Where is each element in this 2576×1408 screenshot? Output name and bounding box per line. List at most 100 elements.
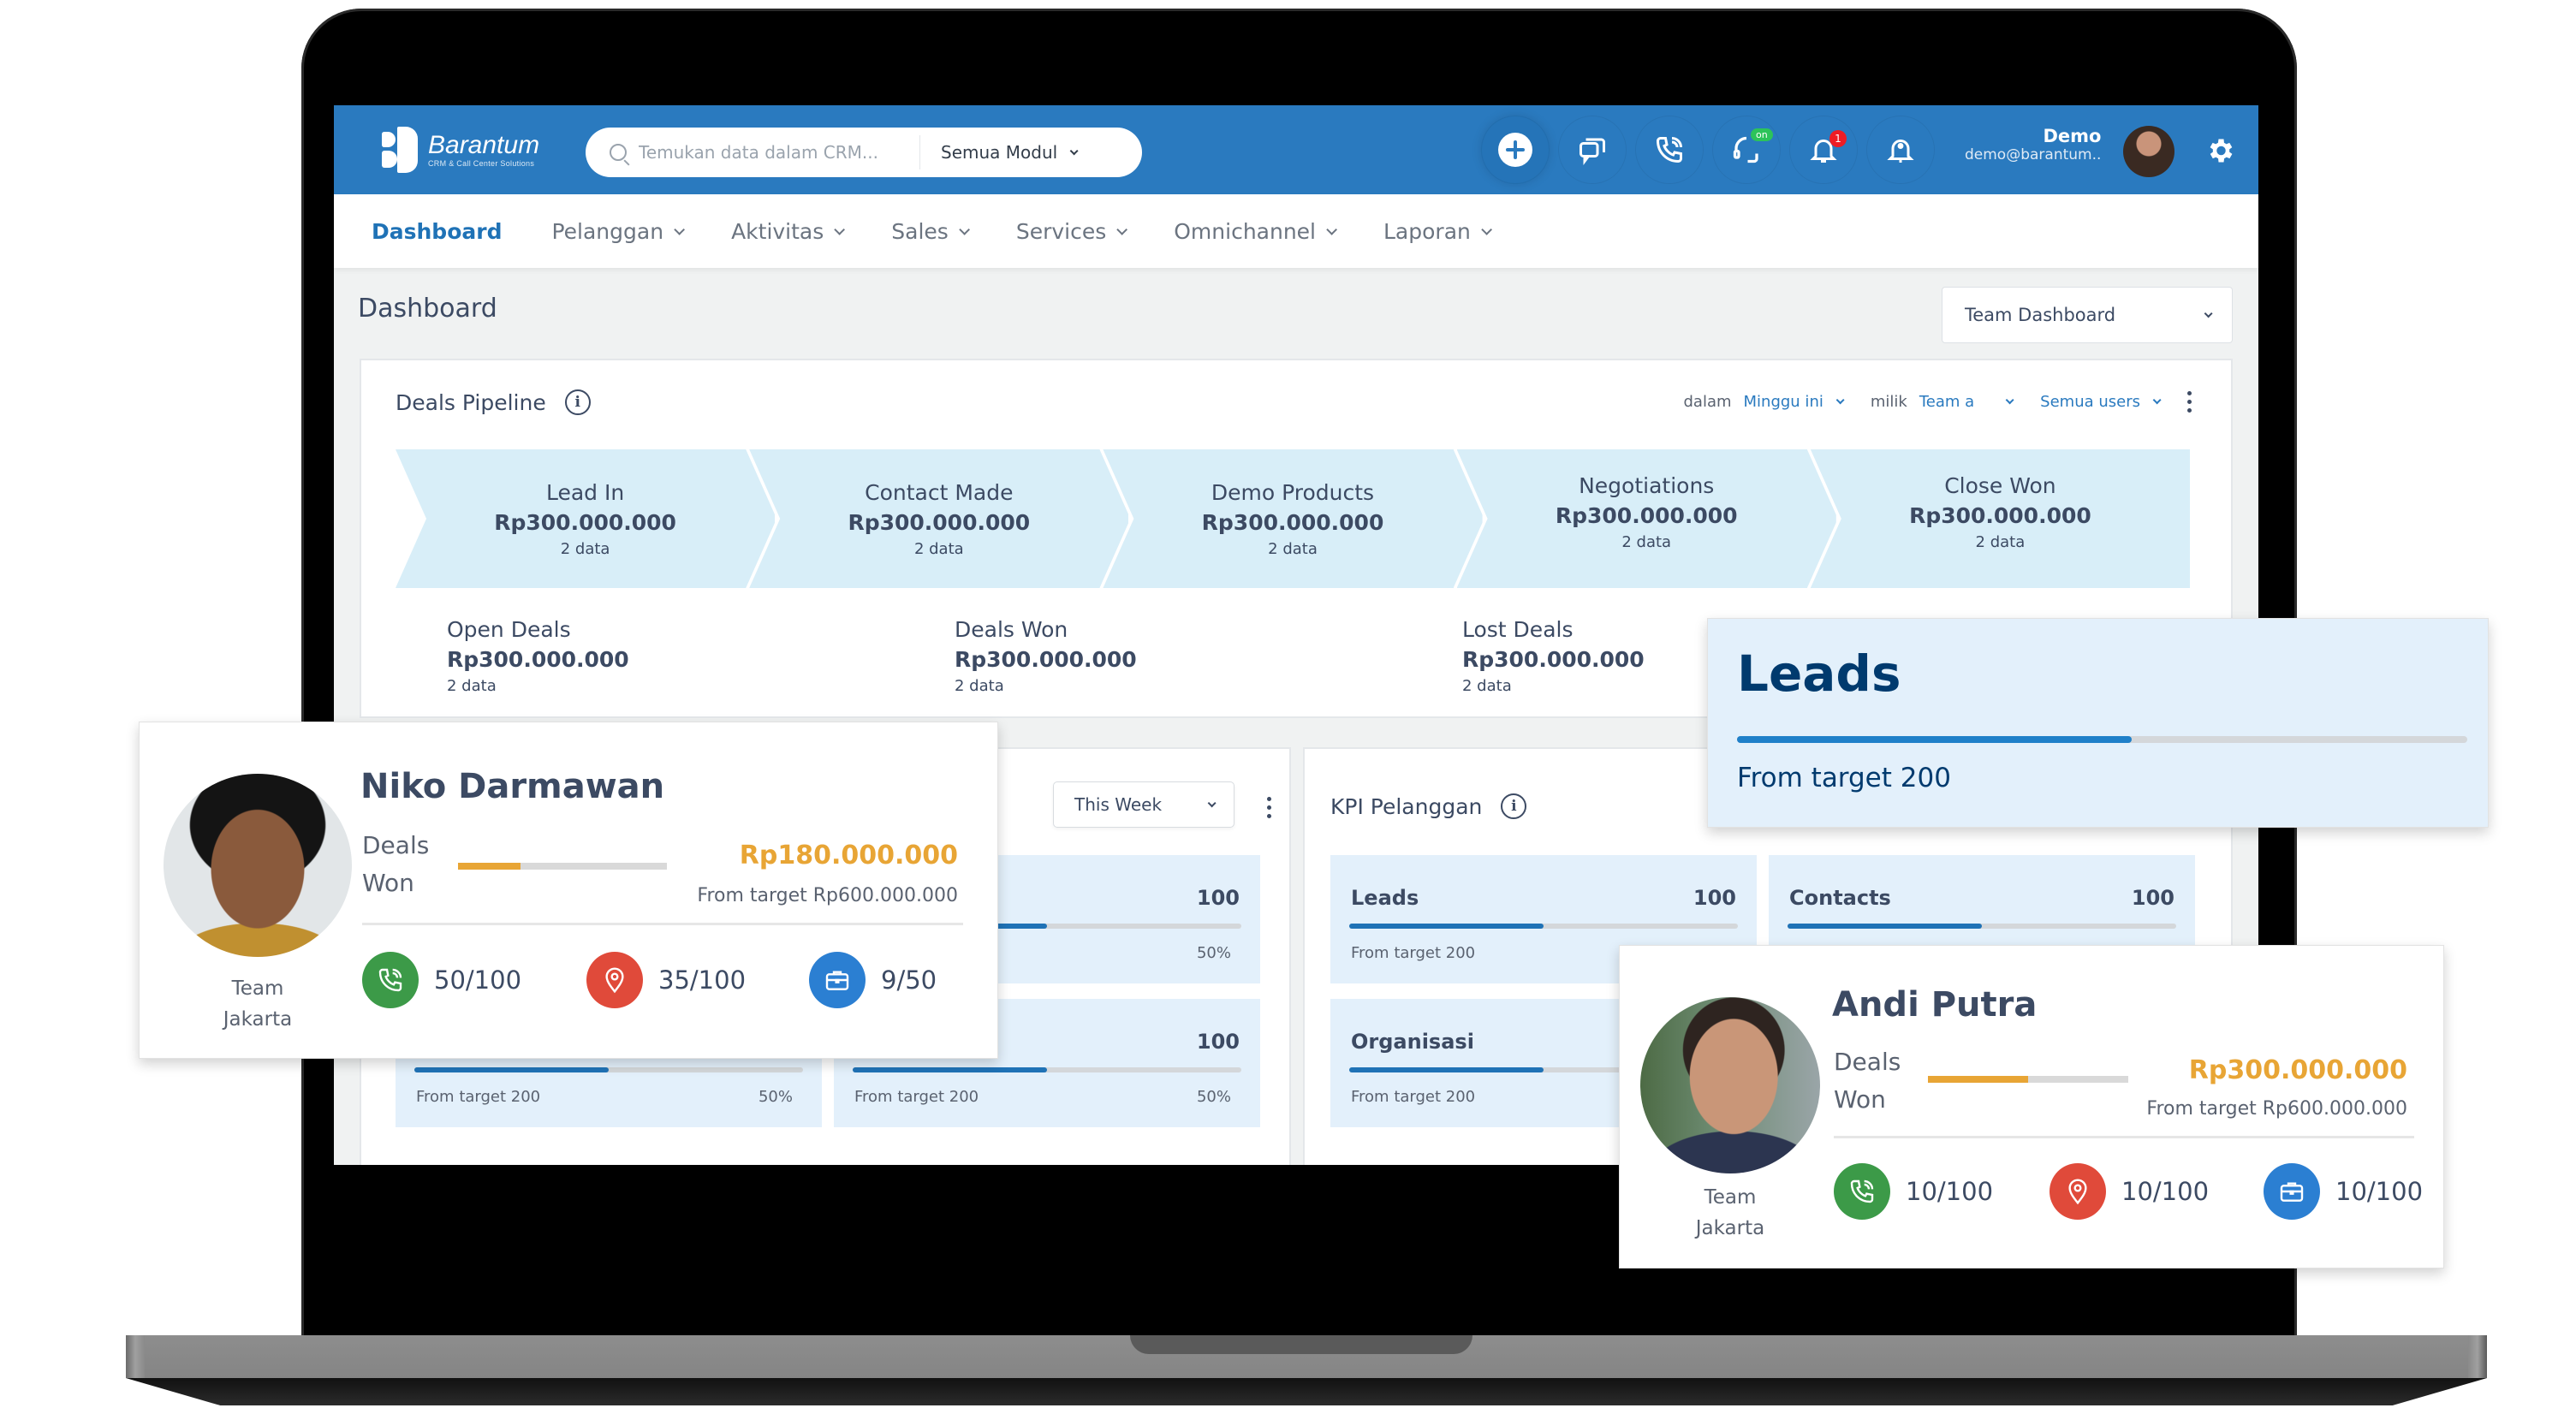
pipeline-stage[interactable]: Lead In Rp300.000.000 2 data [396,449,776,588]
card-value: 100 [2131,886,2174,910]
progress-fill [1349,924,1544,929]
deals-value: 10/100 [2335,1177,2424,1206]
sales-person-card: Team Jakarta Niko Darmawan Deals Won Rp1… [139,722,998,1059]
stage-count: 2 data [1621,532,1672,551]
user-info[interactable]: Demo demo@barantum.. [1965,126,2101,163]
chevron-down-icon [674,223,686,235]
nav-label: Sales [891,218,949,244]
brand-name: Barantum [428,131,540,159]
card-progress [1349,924,1738,929]
phone-call-icon [1656,137,1682,163]
card-progress [1788,924,2176,929]
summary-value: Rp300.000.000 [447,647,629,672]
headset-button[interactable]: on [1712,116,1781,184]
nav-pelanggan[interactable]: Pelanggan [551,219,686,244]
laptop-notch [1130,1335,1472,1354]
card-percent: 50% [758,1088,793,1106]
card-name: Contacts [1789,886,1891,910]
team-line-2: Jakarta [223,1008,293,1031]
leads-title: Leads [1737,645,1901,703]
deals-label-line-1: Deals [1834,1048,1901,1076]
pipeline-stage[interactable]: Close Won Rp300.000.000 2 data [1810,449,2191,588]
dashboard-type-select[interactable]: Team Dashboard [1942,287,2233,343]
settings-gear-icon[interactable] [2204,135,2235,166]
nav-services[interactable]: Services [1016,219,1128,244]
stage-count: 2 data [1268,539,1318,558]
pipeline-stage[interactable]: Negotiations Rp300.000.000 2 data [1456,449,1836,588]
brand-logo[interactable]: Barantum CRM & Call Center Solutions [382,127,539,173]
add-button[interactable] [1481,116,1550,184]
visits-value: 10/100 [2121,1177,2210,1206]
user-name: Demo [2043,126,2102,146]
deals-progress [1928,1076,2128,1083]
deals-label-line-1: Deals [362,831,430,859]
visits-value: 35/100 [658,965,747,995]
period-filter[interactable]: Minggu ini [1744,393,1845,411]
deals-amount: Rp180.000.000 [739,841,958,870]
avatar [1640,997,1820,1173]
visits-stat: 10/100 [2049,1163,2209,1220]
nav-laporan[interactable]: Laporan [1383,219,1492,244]
nav-aktivitas[interactable]: Aktivitas [731,219,846,244]
search-input[interactable] [639,142,913,163]
leads-progress [1737,736,2467,743]
nav-dashboard[interactable]: Dashboard [372,219,502,244]
summary-title: Open Deals [447,617,571,642]
progress-fill [1928,1076,2028,1083]
more-options-icon[interactable] [1267,797,1271,818]
chat-icon [1580,138,1605,165]
chevron-down-icon [1069,146,1079,155]
summary-count: 2 data [447,677,497,695]
info-icon[interactable]: i [1501,793,1527,819]
pipeline-stage[interactable]: Demo Products Rp300.000.000 2 data [1103,449,1483,588]
calls-stat: 50/100 [362,952,521,1008]
chat-button[interactable] [1558,116,1627,184]
card-name: Organisasi [1351,1030,1474,1054]
card-target: From target 200 [1351,1088,1476,1106]
call-button[interactable] [1635,116,1704,184]
progress-fill [1788,924,1982,929]
stage-name: Close Won [1944,472,2056,498]
owner-label: milik [1870,393,1907,411]
stage-name: Lead In [545,479,625,505]
stage-value: Rp300.000.000 [1555,502,1738,528]
stage-name: Contact Made [865,479,1014,505]
nav-omnichannel[interactable]: Omnichannel [1174,218,1337,244]
leads-target: From target 200 [1737,763,1951,793]
nav-sales[interactable]: Sales [891,218,970,244]
chevron-down-icon [2152,395,2162,405]
barantum-logo-icon [382,127,419,173]
agent-status-badge: on [1751,128,1773,141]
progress-fill [1349,1067,1544,1072]
sales-person-card: Team Jakarta Andi Putra Deals Won Rp300.… [1619,945,2444,1268]
period-select[interactable]: This Week [1053,781,1234,828]
add-icon [1498,133,1532,167]
pipeline-stage[interactable]: Contact Made Rp300.000.000 2 data [749,449,1129,588]
team-label: Team Jakarta [164,973,352,1035]
notifications-button[interactable]: 1 [1789,116,1858,184]
module-select-label: Semua Modul [941,142,1058,163]
header-actions: on 1 [1481,116,1935,184]
reminders-button[interactable] [1866,116,1935,184]
chevron-down-icon [2204,308,2213,318]
progress-fill [1737,736,2132,743]
card-progress [414,1067,803,1072]
more-options-icon[interactable] [2187,391,2192,413]
calls-value: 50/100 [434,965,522,995]
kpi-title-text: KPI Pelanggan [1330,793,1483,819]
notification-count-badge: 1 [1829,130,1847,147]
divider [1834,1136,2414,1138]
summary-count: 2 data [955,677,1004,695]
info-icon[interactable]: i [564,389,591,415]
location-pin-icon [586,952,643,1008]
phone-call-icon [362,952,419,1008]
user-avatar[interactable] [2123,126,2174,177]
nav-label: Omnichannel [1174,218,1316,244]
laptop-base-bottom [126,1378,2487,1405]
deals-label-line-2: Won [1834,1085,1886,1114]
module-select[interactable]: Semua Modul [941,142,1079,163]
deals-target: From target Rp600.000.000 [697,885,958,906]
owner-filter[interactable]: Team a [1919,393,2014,411]
users-filter[interactable]: Semua users [2040,393,2162,411]
card-value: 100 [1196,886,1240,910]
